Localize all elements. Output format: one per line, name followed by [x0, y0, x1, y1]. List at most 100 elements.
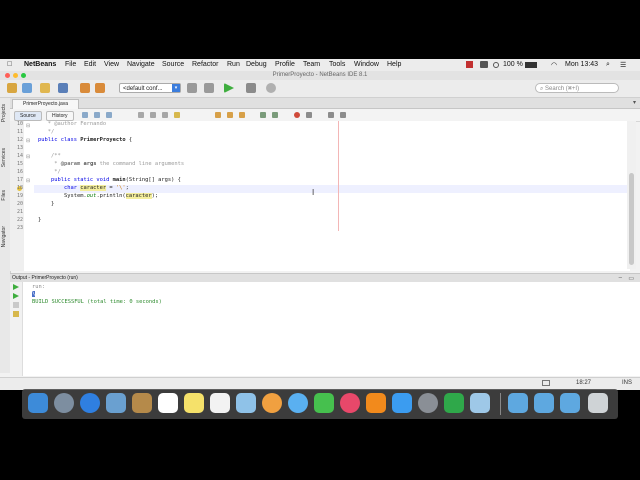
- window-list-icon[interactable]: ▾: [633, 99, 636, 106]
- applications-folder-icon[interactable]: [560, 393, 580, 413]
- run-project-icon[interactable]: [224, 83, 234, 93]
- side-tab-projects[interactable]: Projects: [1, 104, 7, 122]
- clean-build-icon[interactable]: [204, 83, 214, 93]
- new-file-icon[interactable]: [22, 83, 32, 93]
- menu-window[interactable]: Window: [354, 61, 379, 68]
- debug-project-icon[interactable]: [246, 83, 256, 93]
- messages-icon[interactable]: [288, 393, 308, 413]
- status-icon[interactable]: [480, 61, 488, 68]
- back-icon[interactable]: [94, 112, 100, 118]
- menu-help[interactable]: Help: [387, 61, 401, 68]
- comment-icon[interactable]: [328, 112, 334, 118]
- redo-icon[interactable]: [95, 83, 105, 93]
- build-icon[interactable]: [187, 83, 197, 93]
- side-tab-services[interactable]: Services: [1, 148, 7, 167]
- maximize-panel-icon[interactable]: ▭: [628, 275, 634, 282]
- fold-marker-icon[interactable]: ⊟: [26, 178, 30, 184]
- menu-profile[interactable]: Profile: [275, 61, 295, 68]
- spotlight-icon[interactable]: ⌕: [606, 61, 610, 69]
- start-macro-icon[interactable]: [294, 112, 300, 118]
- side-tab-files[interactable]: Files: [1, 190, 7, 201]
- contacts-icon[interactable]: [132, 393, 152, 413]
- profile-project-icon[interactable]: [266, 83, 276, 93]
- close-window-icon[interactable]: [5, 73, 10, 78]
- calendar-icon[interactable]: [158, 393, 178, 413]
- menu-tools[interactable]: Tools: [329, 61, 345, 68]
- stop-macro-icon[interactable]: [306, 112, 312, 118]
- output-console[interactable]: run: \ BUILD SUCCESSFUL (total time: 0 s…: [10, 282, 640, 376]
- undo-icon[interactable]: [80, 83, 90, 93]
- mail-icon[interactable]: [106, 393, 126, 413]
- menu-team[interactable]: Team: [303, 61, 320, 68]
- menu-file[interactable]: File: [65, 61, 76, 68]
- settings-icon[interactable]: [13, 311, 19, 317]
- documents-folder-icon[interactable]: [534, 393, 554, 413]
- finder-icon[interactable]: [28, 393, 48, 413]
- menu-debug[interactable]: Debug: [246, 61, 267, 68]
- toggle-bookmark-icon[interactable]: [239, 112, 245, 118]
- previous-bookmark-icon[interactable]: [215, 112, 221, 118]
- minimize-panel-icon[interactable]: –: [619, 275, 622, 281]
- menu-view[interactable]: View: [104, 61, 119, 68]
- toggle-highlight-icon[interactable]: [174, 112, 180, 118]
- last-edit-icon[interactable]: [82, 112, 88, 118]
- zoom-window-icon[interactable]: [21, 73, 26, 78]
- photos-icon[interactable]: [262, 393, 282, 413]
- file-tab-primerproyecto[interactable]: PrimerProyecto.java: [12, 99, 80, 109]
- launchpad-icon[interactable]: [54, 393, 74, 413]
- downloads-folder-icon[interactable]: [508, 393, 528, 413]
- app-menu[interactable]: NetBeans: [24, 61, 56, 68]
- code-editor[interactable]: I 10 11 12 13 14 15 16 17 18 19 20 21 22…: [10, 121, 630, 271]
- menu-edit[interactable]: Edit: [84, 61, 96, 68]
- find-icon[interactable]: [138, 112, 144, 118]
- menu-navigate[interactable]: Navigate: [127, 61, 155, 68]
- notification-center-icon[interactable]: ☰: [620, 61, 626, 69]
- editor-scrollbar[interactable]: [627, 121, 636, 269]
- stop-icon[interactable]: [13, 302, 19, 308]
- menu-refactor[interactable]: Refactor: [192, 61, 218, 68]
- side-tab-navigator[interactable]: Navigator: [1, 226, 7, 247]
- reminders-icon[interactable]: [210, 393, 230, 413]
- notifications-icon[interactable]: [542, 380, 550, 386]
- app-store-icon[interactable]: [392, 393, 412, 413]
- forward-icon[interactable]: [106, 112, 112, 118]
- find-next-icon[interactable]: [162, 112, 168, 118]
- menu-clock[interactable]: Mon 13:43: [565, 61, 598, 68]
- ibooks-icon[interactable]: [366, 393, 386, 413]
- save-all-icon[interactable]: [58, 83, 68, 93]
- virtualbox-icon[interactable]: [470, 393, 490, 413]
- rerun-icon[interactable]: [13, 284, 19, 290]
- itunes-icon[interactable]: [340, 393, 360, 413]
- find-previous-icon[interactable]: [150, 112, 156, 118]
- shift-right-icon[interactable]: [272, 112, 278, 118]
- fold-marker-icon[interactable]: ⊟: [26, 154, 30, 160]
- notes-icon[interactable]: [184, 393, 204, 413]
- battery-icon[interactable]: [525, 62, 537, 68]
- fold-marker-icon[interactable]: ⊟: [26, 138, 30, 144]
- facetime-icon[interactable]: [314, 393, 334, 413]
- rerun-with-params-icon[interactable]: [13, 293, 19, 299]
- uncomment-icon[interactable]: [340, 112, 346, 118]
- system-preferences-icon[interactable]: [418, 393, 438, 413]
- menu-source[interactable]: Source: [162, 61, 184, 68]
- open-project-icon[interactable]: [40, 83, 50, 93]
- shift-left-icon[interactable]: [260, 112, 266, 118]
- trash-icon[interactable]: [588, 393, 608, 413]
- new-project-icon[interactable]: [7, 83, 17, 93]
- record-icon[interactable]: [466, 61, 473, 68]
- fold-marker-icon[interactable]: ⊟: [26, 123, 30, 129]
- netbeans-dock-icon[interactable]: [444, 393, 464, 413]
- source-tab[interactable]: Source: [14, 111, 42, 121]
- history-tab[interactable]: History: [46, 111, 74, 121]
- scrollbar-thumb[interactable]: [629, 173, 634, 265]
- search-input[interactable]: ⌕ Search (⌘+I): [535, 83, 619, 93]
- sync-icon[interactable]: [493, 62, 499, 68]
- next-bookmark-icon[interactable]: [227, 112, 233, 118]
- configuration-select[interactable]: <default conf... ▾: [119, 83, 181, 93]
- maps-icon[interactable]: [236, 393, 256, 413]
- wifi-icon[interactable]: ◠: [551, 61, 557, 69]
- safari-icon[interactable]: [80, 393, 100, 413]
- menu-run[interactable]: Run: [227, 61, 240, 68]
- apple-menu-icon[interactable]: : [7, 61, 12, 68]
- minimize-window-icon[interactable]: [13, 73, 18, 78]
